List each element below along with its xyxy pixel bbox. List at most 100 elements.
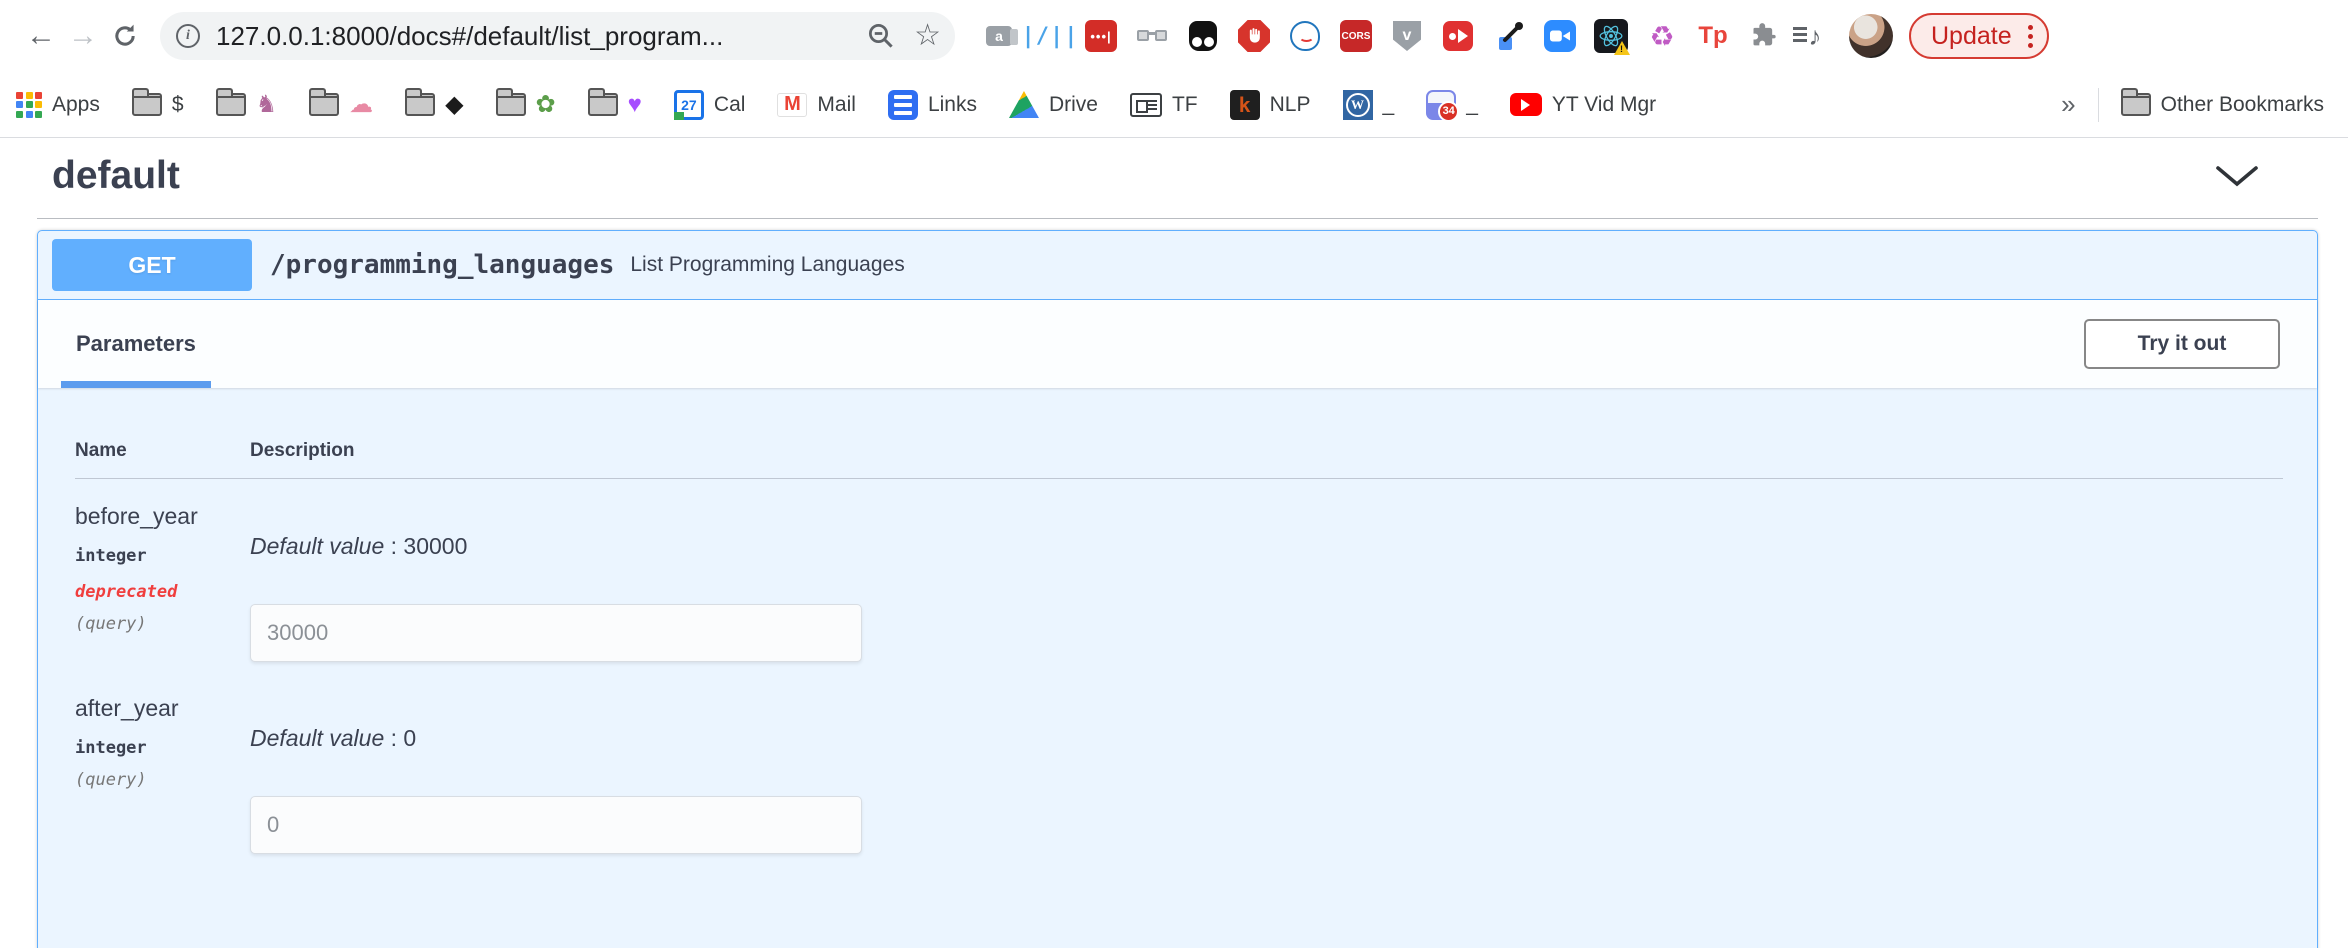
folder-icon (588, 93, 618, 116)
warning-triangle-icon: ! (1614, 41, 1630, 55)
translate-chat-glyph: a (986, 26, 1012, 46)
zoom-out-icon[interactable] (866, 21, 896, 51)
bookmark-tf[interactable]: TF (1130, 93, 1198, 117)
parameter-name: after_year (75, 695, 250, 722)
bookmark-label: Drive (1049, 93, 1098, 117)
wayback-bars-icon[interactable]: |/|| (1032, 18, 1068, 54)
site-info-icon[interactable]: i (176, 24, 200, 48)
bookmark-calendar[interactable]: 27 Cal (674, 90, 746, 120)
bookmarks-overflow-icon[interactable]: » (2061, 89, 2075, 120)
parameter-name-cell: after_year integer (query) (75, 695, 250, 854)
bookmark-star-icon[interactable]: ☆ (914, 21, 941, 51)
smile-bubble-icon[interactable] (1287, 18, 1323, 54)
folder-icon (216, 93, 246, 116)
tab-parameters[interactable]: Parameters (61, 300, 211, 388)
bookmark-label: Apps (52, 93, 100, 117)
translate-chat-icon[interactable]: a (981, 18, 1017, 54)
update-label: Update (1931, 22, 2012, 51)
octagon-glyph (1238, 20, 1270, 52)
update-button[interactable]: Update (1909, 13, 2049, 59)
bookmark-folder-dollar[interactable]: $ (132, 93, 184, 117)
tag-section-header[interactable]: default (37, 138, 2318, 219)
react-atom-glyph: ! (1594, 19, 1628, 53)
parameter-name: before_year (75, 503, 250, 530)
collapse-chevron-icon[interactable] (2214, 164, 2260, 188)
reload-icon[interactable] (104, 15, 146, 57)
parameters-table: Name Description before_year integer dep… (38, 388, 2317, 854)
bookmark-nlp[interactable]: k NLP (1230, 90, 1311, 120)
lastpass-icon[interactable]: •••| (1083, 18, 1119, 54)
bookmark-yt-vid-mgr[interactable]: YT Vid Mgr (1510, 93, 1656, 117)
address-bar[interactable]: i 127.0.0.1:8000/docs#/default/list_prog… (160, 12, 955, 60)
back-icon[interactable]: ← (20, 15, 62, 57)
try-it-out-button[interactable]: Try it out (2084, 319, 2280, 369)
bookmark-gmail[interactable]: M Mail (777, 93, 856, 117)
tp-glyph: Tp (1698, 22, 1727, 50)
operation-path[interactable]: /programming_languages (270, 250, 614, 280)
brain-icon (349, 93, 373, 117)
bookmark-label: $ (172, 93, 184, 117)
default-value: 0 (403, 725, 416, 751)
bookmarks-right-group: » Other Bookmarks (2061, 88, 2324, 122)
bookmark-folder-graduation-cap[interactable] (405, 93, 463, 117)
react-devtools-icon[interactable]: ! (1593, 18, 1629, 54)
pocket-shield-icon[interactable]: v (1389, 18, 1425, 54)
bookmark-links[interactable]: Links (888, 90, 977, 120)
dropper-glyph (1493, 20, 1525, 52)
calendar-34-icon: 34 (1426, 90, 1456, 120)
card-icon (1130, 93, 1162, 117)
parameter-row-before-year: before_year integer deprecated (query) D… (75, 479, 2283, 662)
other-bookmarks[interactable]: Other Bookmarks (2121, 93, 2324, 117)
after-year-input[interactable] (250, 796, 862, 854)
drive-icon (1009, 91, 1039, 118)
bookmark-drive[interactable]: Drive (1009, 91, 1098, 118)
bookmark-folder-purple-heart[interactable] (588, 93, 642, 117)
extensions-puzzle-icon[interactable] (1746, 18, 1782, 54)
bookmark-label: Links (928, 93, 977, 117)
docs-page: default GET /programming_languages List … (0, 138, 2348, 948)
video-camera-icon[interactable] (1542, 18, 1578, 54)
stop-hand-icon[interactable] (1236, 18, 1272, 54)
browser-window: ← → i 127.0.0.1:8000/docs#/default/list_… (0, 0, 2348, 948)
bookmark-wordpress[interactable]: W _ (1343, 90, 1395, 120)
operation-summary-text: List Programming Languages (630, 253, 904, 277)
bookmark-label: _ (1466, 93, 1478, 117)
links-icon (888, 90, 918, 120)
carousel-horse-icon (256, 93, 278, 117)
bookmark-label: Cal (714, 93, 746, 117)
bookmark-folder-herb[interactable] (496, 93, 556, 117)
bookmark-label: NLP (1270, 93, 1311, 117)
wordpress-icon: W (1343, 90, 1373, 120)
before-year-input[interactable] (250, 604, 862, 662)
browser-toolbar: ← → i 127.0.0.1:8000/docs#/default/list_… (0, 0, 2348, 72)
profile-avatar[interactable] (1849, 14, 1893, 58)
section-title: default (52, 154, 180, 198)
forward-icon[interactable]: → (62, 15, 104, 57)
menu-dots-icon[interactable] (2028, 25, 2033, 48)
bookmark-folder-brain[interactable] (309, 93, 373, 117)
share-arrow-icon[interactable] (1440, 18, 1476, 54)
url-text[interactable]: 127.0.0.1:8000/docs#/default/list_progra… (216, 21, 866, 52)
operation-summary[interactable]: GET /programming_languages List Programm… (38, 231, 2317, 300)
folder-icon (2121, 93, 2151, 116)
bookmark-folder-carousel-horse[interactable] (216, 93, 278, 117)
shield-glyph: v (1393, 21, 1421, 51)
cors-icon[interactable]: CORS (1338, 18, 1374, 54)
music-playlist-icon[interactable]: ♪ (1797, 18, 1833, 54)
dark-mask-icon[interactable] (1185, 18, 1221, 54)
bookmark-apps[interactable]: Apps (16, 92, 100, 118)
get-operation-block: GET /programming_languages List Programm… (37, 230, 2318, 948)
text-expander-icon[interactable]: Tp (1695, 18, 1731, 54)
recycle-icon[interactable]: ♻ (1644, 18, 1680, 54)
keras-icon: k (1230, 90, 1260, 120)
stereo-glasses-icon[interactable] (1134, 18, 1170, 54)
folder-icon (132, 93, 162, 116)
glasses-glyph (1137, 30, 1167, 42)
parameter-description-cell: Default value : 0 (250, 695, 2283, 854)
bookmark-label: Mail (817, 93, 856, 117)
other-bookmarks-label: Other Bookmarks (2161, 93, 2324, 117)
color-picker-icon[interactable] (1491, 18, 1527, 54)
bookmark-calendar-34[interactable]: 34 _ (1426, 90, 1478, 120)
wayback-glyph: |/|| (1022, 24, 1079, 49)
default-value-label: Default value (250, 725, 384, 751)
